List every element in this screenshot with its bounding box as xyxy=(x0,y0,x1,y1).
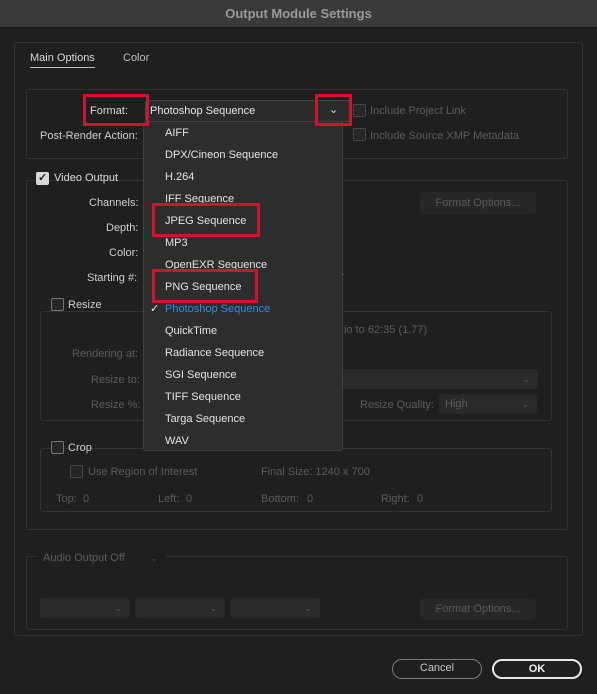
format-menu-item-label: IFF Sequence xyxy=(165,193,235,205)
format-label: Format: xyxy=(90,105,128,117)
resize-quality-value: High xyxy=(445,398,468,410)
format-menu-item[interactable]: AIFF xyxy=(165,124,335,142)
chevron-down-icon[interactable]: ⌄ xyxy=(329,103,338,116)
format-menu-item-label: AIFF xyxy=(165,127,189,139)
use-roi-checkbox[interactable] xyxy=(70,465,83,478)
crop-right-label: Right: xyxy=(381,493,410,505)
audio-channels-select[interactable]: ⌄ xyxy=(230,598,320,618)
final-size-text: Final Size: 1240 x 700 xyxy=(261,466,370,478)
crop-right-value[interactable]: 0 xyxy=(417,493,423,505)
format-menu-item[interactable]: SGI Sequence xyxy=(165,366,335,384)
format-menu-item[interactable]: DPX/Cineon Sequence xyxy=(165,146,335,164)
use-roi-label: Use Region of Interest xyxy=(88,466,198,478)
tab-color[interactable]: Color xyxy=(123,52,149,64)
format-menu-item-label: Photoshop Sequence xyxy=(165,303,271,315)
format-menu-item[interactable]: IFF Sequence xyxy=(165,190,335,208)
format-menu-item-label: SGI Sequence xyxy=(165,369,237,381)
format-menu: AIFF DPX/Cineon Sequence H.264 IFF Sequence… xyxy=(143,121,343,451)
aspect-ratio-text: io to 62:35 (1.77) xyxy=(344,324,428,336)
format-menu-item-label: H.264 xyxy=(165,171,195,183)
crop-top-label: Top: xyxy=(56,493,77,505)
format-menu-item-label: QuickTime xyxy=(165,325,218,337)
include-project-link-checkbox[interactable] xyxy=(353,104,366,117)
chevron-down-icon: ⌄ xyxy=(114,603,122,613)
format-menu-item-label: OpenEXR Sequence xyxy=(165,259,268,271)
ok-button[interactable]: OK xyxy=(492,659,582,679)
window-title: Output Module Settings xyxy=(0,0,597,28)
chevron-down-icon: ⌄ xyxy=(304,603,312,613)
include-xmp-checkbox[interactable] xyxy=(353,128,366,141)
chevron-down-icon: ⌄ xyxy=(521,399,529,409)
format-select-value: Photoshop Sequence xyxy=(150,105,256,117)
audio-depth-select[interactable]: ⌄ xyxy=(135,598,225,618)
format-menu-item-label: PNG Sequence xyxy=(165,281,242,293)
crop-left-value[interactable]: 0 xyxy=(186,493,192,505)
tab-main-options[interactable]: Main Options xyxy=(30,52,95,68)
resize-percent-label: Resize %: xyxy=(91,399,141,411)
chevron-down-icon: ⌄ xyxy=(209,603,217,613)
post-render-label: Post-Render Action: xyxy=(40,130,138,142)
video-output-checkbox[interactable] xyxy=(36,171,49,185)
format-menu-item[interactable]: PNG Sequence xyxy=(165,278,335,296)
resize-checkbox[interactable] xyxy=(51,298,64,311)
format-menu-item-label: DPX/Cineon Sequence xyxy=(165,149,279,161)
resize-quality-label: Resize Quality: xyxy=(360,399,434,411)
format-menu-item[interactable]: JPEG Sequence xyxy=(165,212,335,230)
resize-to-label: Resize to: xyxy=(91,374,140,386)
format-menu-item[interactable]: QuickTime xyxy=(165,322,335,340)
format-menu-item-label: TIFF Sequence xyxy=(165,391,241,403)
format-menu-item[interactable]: TIFF Sequence xyxy=(165,388,335,406)
include-xmp-label: Include Source XMP Metadata xyxy=(370,130,519,142)
audio-format-options-button[interactable]: Format Options... xyxy=(420,598,536,620)
crop-left-label: Left: xyxy=(158,493,180,505)
crop-bottom-label: Bottom: xyxy=(261,493,299,505)
format-menu-item[interactable]: Photoshop Sequence xyxy=(165,300,335,318)
depth-label: Depth: xyxy=(106,222,139,234)
crop-checkbox[interactable] xyxy=(51,441,64,454)
video-format-options-button[interactable]: Format Options... xyxy=(420,192,536,214)
format-menu-item[interactable]: OpenEXR Sequence xyxy=(165,256,335,274)
include-project-link-label: Include Project Link xyxy=(370,105,466,117)
format-menu-item[interactable]: Radiance Sequence xyxy=(165,344,335,362)
resize-to-select[interactable]: ⌄ xyxy=(342,369,538,389)
audio-rate-select[interactable]: ⌄ xyxy=(40,598,130,618)
format-menu-item-label: JPEG Sequence xyxy=(165,215,247,227)
resize-quality-select[interactable]: High ⌄ xyxy=(439,394,537,414)
format-menu-item-label: MP3 xyxy=(165,237,188,249)
color-label: Color: xyxy=(109,247,139,259)
audio-output-label: Audio Output Off xyxy=(43,552,125,564)
channels-label: Channels: xyxy=(89,197,139,209)
format-menu-item[interactable]: WAV xyxy=(165,432,335,450)
rendering-at-label: Rendering at: xyxy=(72,348,139,360)
checkmark-icon: ✓ xyxy=(150,303,160,315)
starting-number-label: Starting #: xyxy=(87,272,138,284)
chevron-down-icon: ⌄ xyxy=(522,374,530,384)
audio-output-select[interactable]: Audio Output Off ⌄ xyxy=(36,548,166,568)
format-menu-item-label: WAV xyxy=(165,435,189,447)
chevron-down-icon: ⌄ xyxy=(150,553,158,563)
crop-bottom-value[interactable]: 0 xyxy=(307,493,313,505)
format-menu-item-label: Targa Sequence xyxy=(165,413,246,425)
format-menu-item[interactable]: Targa Sequence xyxy=(165,410,335,428)
crop-label: Crop xyxy=(68,442,92,454)
format-menu-item[interactable]: H.264 xyxy=(165,168,335,186)
crop-top-value[interactable]: 0 xyxy=(83,493,89,505)
format-menu-item-label: Radiance Sequence xyxy=(165,347,265,359)
video-output-label: Video Output xyxy=(54,172,119,184)
cancel-button[interactable]: Cancel xyxy=(392,659,482,679)
format-menu-item[interactable]: MP3 xyxy=(165,234,335,252)
resize-label: Resize xyxy=(68,299,102,311)
